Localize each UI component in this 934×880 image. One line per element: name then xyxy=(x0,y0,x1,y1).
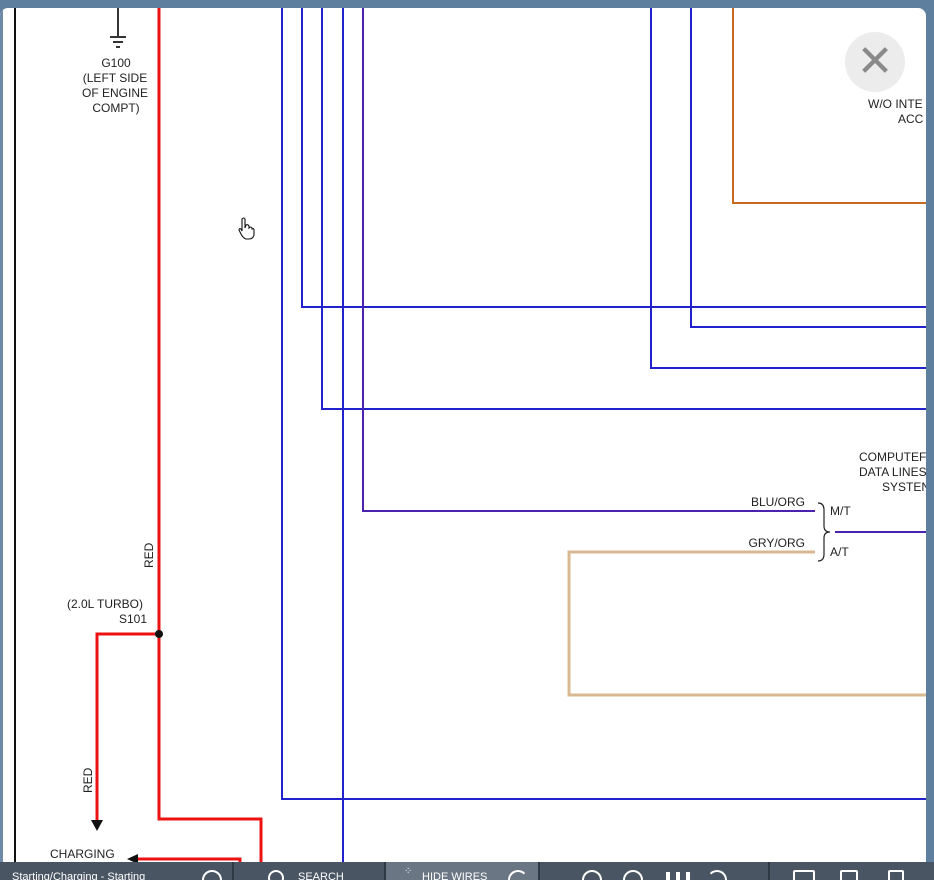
toolbar-divider xyxy=(768,862,770,880)
viewer-frame xyxy=(0,8,3,880)
search-icon[interactable] xyxy=(268,870,284,880)
page-icon[interactable] xyxy=(888,870,904,880)
hand-cursor-icon xyxy=(238,217,255,240)
ground-id-label: G100 xyxy=(101,56,131,70)
ground-location-line1: (LEFT SIDE xyxy=(83,71,147,85)
diagram-title[interactable]: Starting/Charging - Starting xyxy=(12,862,145,880)
zoom-out-icon[interactable] xyxy=(582,870,602,880)
hide-wires-label: HIDE WIRES xyxy=(422,871,488,880)
charging-label: CHARGING xyxy=(50,847,115,861)
print-icon[interactable] xyxy=(840,870,858,880)
blue-wires[interactable] xyxy=(281,8,926,880)
ground-location-line2: OF ENGINE xyxy=(82,86,148,100)
toolbar-divider xyxy=(538,862,540,880)
ground-symbol-icon xyxy=(110,8,126,48)
red-wire[interactable] xyxy=(95,8,263,880)
computer-label-line2: DATA LINES xyxy=(859,465,926,479)
close-button[interactable]: ✕ xyxy=(845,32,905,92)
wiring-diagram[interactable]: G100 (LEFT SIDE OF ENGINE COMPT) RED RED… xyxy=(0,8,926,880)
close-icon: ✕ xyxy=(856,36,894,87)
arrow-down-icon xyxy=(91,820,103,831)
blu-org-label: BLU/ORG xyxy=(751,495,805,509)
bottom-toolbar: Starting/Charging - Starting SEARCH ⁘ HI… xyxy=(0,862,934,880)
computer-label-line3: SYSTEN xyxy=(882,480,926,494)
red-wire-label: RED xyxy=(142,542,156,568)
option-brace xyxy=(817,502,831,562)
zoom-in-icon[interactable] xyxy=(623,870,643,880)
mt-label: M/T xyxy=(830,504,851,518)
window-icon[interactable] xyxy=(793,870,815,880)
gry-org-label: GRY/ORG xyxy=(749,536,805,550)
wo-label-line2: ACC xyxy=(898,112,924,126)
adjust-icon-bar xyxy=(676,872,680,880)
rotate-icon[interactable] xyxy=(707,870,727,880)
splice-dot xyxy=(155,630,163,638)
at-label: A/T xyxy=(830,545,849,559)
toolbar-divider xyxy=(232,862,234,880)
computer-label-line1: COMPUTEF xyxy=(859,450,926,464)
wo-label-line1: W/O INTE xyxy=(868,97,923,111)
adjust-icon[interactable] xyxy=(666,872,670,880)
search-button[interactable]: SEARCH xyxy=(298,862,344,880)
ground-location-line3: COMPT) xyxy=(92,101,139,115)
hide-wires-button[interactable]: ⁘ HIDE WIRES xyxy=(386,862,538,880)
red-wire-label-2: RED xyxy=(81,767,95,793)
blu-org-wire[interactable] xyxy=(362,8,926,533)
splice-note-label: (2.0L TURBO) xyxy=(67,597,143,611)
diagram-viewer[interactable]: G100 (LEFT SIDE OF ENGINE COMPT) RED RED… xyxy=(0,8,926,880)
zoom-icon[interactable] xyxy=(202,870,222,880)
window-edge xyxy=(926,0,934,880)
gry-org-wire[interactable] xyxy=(567,550,926,697)
hide-wires-icon: ⁘ xyxy=(404,866,413,877)
adjust-icon-bar xyxy=(686,872,690,880)
undo-icon[interactable] xyxy=(508,870,528,880)
splice-id-label: S101 xyxy=(119,612,147,626)
